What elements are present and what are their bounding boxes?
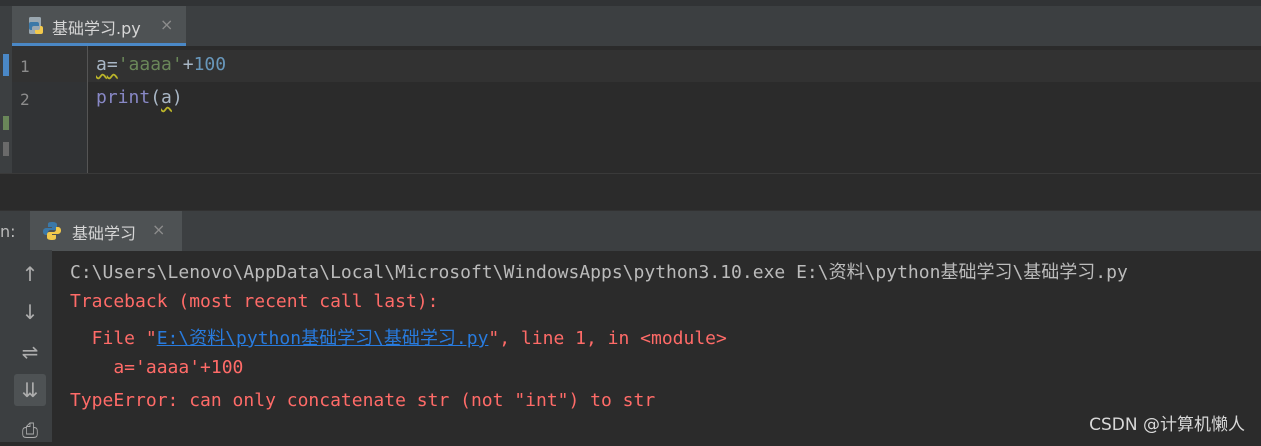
editor-tab-bar: 基础学习.py × bbox=[0, 0, 1261, 46]
gutter-separator bbox=[87, 46, 88, 173]
console-source-line: a='aaaa'+100 bbox=[70, 357, 244, 378]
code-builtin: print bbox=[96, 87, 151, 108]
editor-tab-file[interactable]: 基础学习.py × bbox=[12, 6, 186, 46]
code-paren: ( bbox=[150, 87, 162, 108]
code-arg: a bbox=[161, 87, 172, 108]
console-command-line: C:\Users\Lenovo\AppData\Local\Microsoft\… bbox=[70, 262, 1128, 283]
up-arrow-icon[interactable]: ↑ bbox=[14, 258, 46, 290]
console-file-link[interactable]: E:\资料\python基础学习\基础学习.py bbox=[157, 328, 489, 349]
console-traceback-header: Traceback (most recent call last): bbox=[70, 291, 439, 312]
run-tab-close-icon[interactable]: × bbox=[152, 220, 165, 239]
run-tab[interactable]: 基础学习 × bbox=[30, 211, 182, 251]
code-line-2[interactable]: print(a) bbox=[96, 87, 183, 108]
code-var: a bbox=[96, 54, 107, 75]
editor-tab-label: 基础学习.py bbox=[52, 19, 141, 38]
strip-marker bbox=[3, 54, 9, 76]
console-file-prefix: File " bbox=[70, 328, 157, 349]
code-line-1[interactable]: a='aaaa'+100 bbox=[96, 54, 226, 75]
run-tab-label: 基础学习 bbox=[72, 224, 137, 243]
strip-marker bbox=[3, 116, 9, 130]
code-op: + bbox=[182, 54, 194, 75]
run-panel-label: n: bbox=[0, 222, 16, 241]
console-error-message: TypeError: can only concatenate str (not… bbox=[70, 390, 656, 411]
run-toolbar: ↑ ↓ ⇌ ⇊ ⎙ bbox=[0, 250, 52, 442]
strip-marker bbox=[3, 142, 9, 156]
python-file-icon bbox=[29, 17, 43, 34]
watermark: CSDN @计算机懒人 bbox=[1089, 415, 1245, 435]
console-file-line: File "E:\资料\python基础学习\基础学习.py", line 1,… bbox=[70, 324, 727, 350]
python-icon bbox=[43, 222, 61, 240]
line-number: 2 bbox=[20, 90, 30, 109]
editor-tab-close-icon[interactable]: × bbox=[160, 15, 173, 34]
print-icon[interactable]: ⎙ bbox=[14, 414, 46, 446]
tab-bar-top-line bbox=[0, 0, 1261, 6]
code-number: 100 bbox=[193, 54, 227, 75]
down-arrow-icon[interactable]: ↓ bbox=[14, 296, 46, 328]
code-paren: ) bbox=[171, 87, 183, 108]
soft-wrap-icon[interactable]: ⇌ bbox=[14, 336, 46, 368]
scroll-to-end-icon[interactable]: ⇊ bbox=[14, 374, 46, 406]
console-file-suffix: ", line 1, in <module> bbox=[488, 328, 727, 349]
editor-bottom-area bbox=[0, 173, 1261, 211]
run-panel-header: n: 基础学习 × bbox=[0, 210, 1261, 251]
line-number: 1 bbox=[20, 57, 30, 76]
code-op: = bbox=[106, 54, 118, 75]
code-string: 'aaaa' bbox=[117, 54, 183, 75]
